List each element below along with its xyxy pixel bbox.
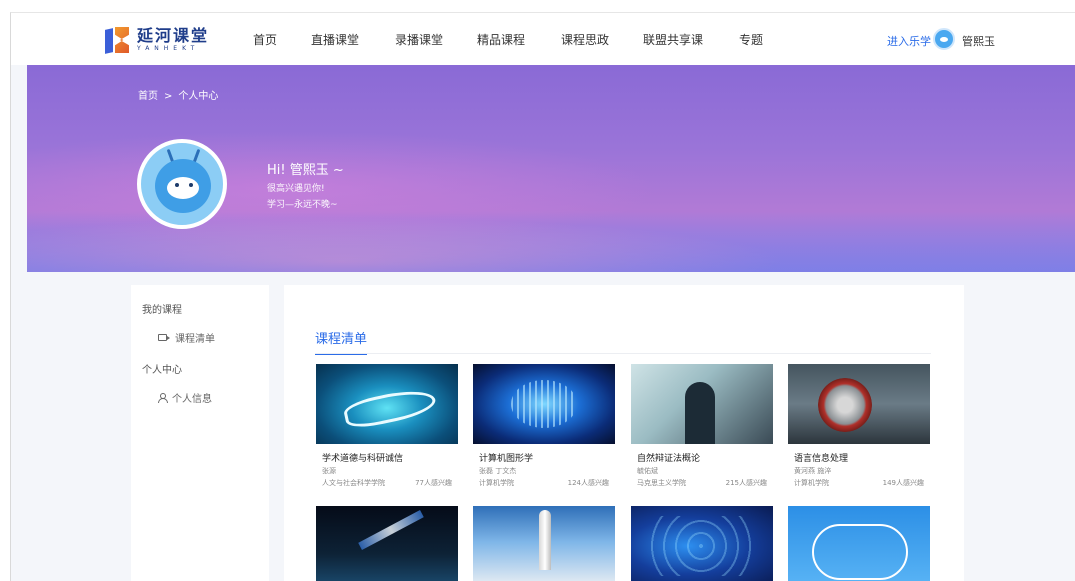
breadcrumb-current: 个人中心: [178, 91, 219, 102]
profile-avatar: [137, 139, 227, 229]
course-thumbnail[interactable]: [473, 364, 615, 444]
nav-live-classroom[interactable]: 直播课堂: [311, 31, 395, 48]
app-window: 延河课堂 YANHEKT 首页 直播课堂 录播课堂 精品课程 课程思政 联盟共享…: [10, 12, 1075, 581]
main-content: 课程清单 学术道德与科研诚信 张源 人文与社会科学学院 77人感兴趣 计算机图形学…: [284, 285, 964, 581]
course-teacher: 毓佑斌: [637, 467, 658, 475]
course-interest-count: 77人感兴趣: [415, 479, 452, 487]
greeting-line-2: 学习—永远不晚~: [267, 200, 338, 210]
greeting-line-1: 很高兴遇见你!: [267, 184, 325, 194]
course-teacher: 张磊 丁文杰: [479, 467, 517, 475]
sidebar-item-label: 个人信息: [172, 394, 212, 405]
sidebar-item-course-list[interactable]: 课程清单: [158, 330, 215, 345]
main-nav: 首页 直播课堂 录播课堂 精品课程 课程思政 联盟共享课 专题: [253, 13, 779, 65]
logo-text: 延河课堂: [137, 26, 210, 45]
course-thumbnail[interactable]: [631, 364, 773, 444]
nav-home[interactable]: 首页: [253, 31, 307, 48]
course-card[interactable]: 计算机图形学 张磊 丁文杰 计算机学院 124人感兴趣: [473, 364, 615, 488]
course-college: 计算机学院: [479, 479, 514, 487]
course-thumbnail[interactable]: [316, 506, 458, 581]
nav-recorded-classroom[interactable]: 录播课堂: [395, 31, 477, 48]
course-teacher: 张源: [322, 467, 336, 475]
course-college: 马克思主义学院: [637, 479, 686, 487]
sidebar-section-personal-center: 个人中心: [142, 365, 182, 376]
course-interest-count: 124人感兴趣: [567, 479, 609, 487]
sidebar: 我的课程 课程清单 个人中心 个人信息: [131, 285, 269, 581]
sidebar-item-label: 课程清单: [175, 334, 215, 345]
nav-ideological-courses[interactable]: 课程思政: [561, 31, 643, 48]
course-thumbnail[interactable]: [788, 506, 930, 581]
course-card[interactable]: [316, 506, 458, 581]
nav-featured-courses[interactable]: 精品课程: [477, 31, 561, 48]
course-thumbnail[interactable]: [316, 364, 458, 444]
course-interest-count: 149人感兴趣: [882, 479, 924, 487]
course-college: 计算机学院: [794, 479, 829, 487]
course-card[interactable]: 自然辩证法概论 毓佑斌 马克思主义学院 215人感兴趣: [631, 364, 773, 488]
logo-subtext: YANHEKT: [137, 45, 200, 52]
video-icon: [158, 334, 170, 341]
course-title[interactable]: 学术道德与科研诚信: [322, 451, 452, 464]
course-teacher: 黄河燕 施淬: [794, 467, 832, 475]
sidebar-item-personal-info[interactable]: 个人信息: [158, 390, 212, 405]
course-card[interactable]: [473, 506, 615, 581]
course-title[interactable]: 语言信息处理: [794, 451, 924, 464]
profile-banner: 首页 > 个人中心 Hi! 管熙玉 ~ 很高兴遇见你! 学习—永远不晚~: [27, 65, 1075, 272]
course-card[interactable]: 语言信息处理 黄河燕 施淬 计算机学院 149人感兴趣: [788, 364, 930, 488]
user-avatar-icon[interactable]: [933, 28, 955, 50]
breadcrumb: 首页 > 个人中心: [138, 87, 221, 102]
sidebar-section-my-courses: 我的课程: [142, 305, 182, 316]
tab-divider: [315, 353, 931, 354]
course-card[interactable]: [631, 506, 773, 581]
course-card[interactable]: 学术道德与科研诚信 张源 人文与社会科学学院 77人感兴趣: [316, 364, 458, 488]
course-thumbnail[interactable]: [631, 506, 773, 581]
greeting-block: Hi! 管熙玉 ~ 很高兴遇见你! 学习—永远不晚~: [267, 159, 344, 210]
course-title[interactable]: 自然辩证法概论: [637, 451, 767, 464]
nav-alliance-shared-courses[interactable]: 联盟共享课: [643, 31, 739, 48]
logo-icon: [105, 27, 131, 54]
top-navigation-bar: 延河课堂 YANHEKT 首页 直播课堂 录播课堂 精品课程 课程思政 联盟共享…: [11, 13, 1075, 65]
nav-topics[interactable]: 专题: [739, 31, 779, 48]
site-logo[interactable]: 延河课堂 YANHEKT: [105, 26, 210, 54]
course-college: 人文与社会科学学院: [322, 479, 385, 487]
greeting-title: Hi! 管熙玉 ~: [267, 163, 344, 178]
course-title[interactable]: 计算机图形学: [479, 451, 609, 464]
breadcrumb-home[interactable]: 首页: [138, 91, 158, 102]
course-thumbnail[interactable]: [788, 364, 930, 444]
breadcrumb-separator: >: [164, 91, 173, 102]
course-thumbnail[interactable]: [473, 506, 615, 581]
course-interest-count: 215人感兴趣: [725, 479, 767, 487]
user-name[interactable]: 管熙玉: [962, 33, 995, 49]
course-card[interactable]: [788, 506, 930, 581]
tab-course-list[interactable]: 课程清单: [315, 328, 368, 355]
user-icon: [158, 393, 168, 403]
enter-lexue-link[interactable]: 进入乐学: [887, 33, 931, 49]
